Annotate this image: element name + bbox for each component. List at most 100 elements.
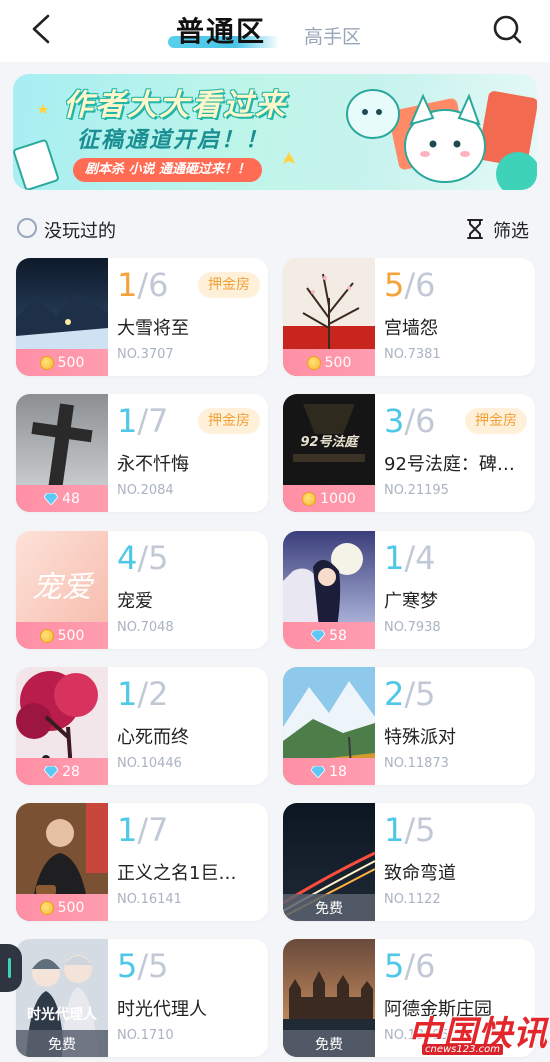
banner-title: 作者大大看过来 [63, 88, 287, 123]
room-player-count: 1/4 [384, 539, 436, 577]
watermark-url: cnews123.com [422, 1044, 503, 1055]
room-player-count: 5/6 [384, 947, 436, 985]
thumb-love-text: 宠爱 [32, 570, 95, 605]
thumb-court-text: 92号法庭 [300, 434, 360, 450]
coin-icon [39, 355, 54, 370]
room-price: 500 [57, 899, 85, 916]
room-card[interactable]: 48 1/7 押金房 永不忏悔 NO.2084 [16, 394, 268, 512]
max-players: 6 [415, 947, 436, 985]
room-card[interactable]: 宠爱 500 4/5 宠爱 NO.7048 [16, 531, 268, 649]
room-card[interactable]: 500 1/6 押金房 大雪将至 NO.3707 [16, 258, 268, 376]
unplayed-label[interactable]: 没玩过的 [44, 217, 116, 243]
unplayed-radio[interactable] [17, 218, 37, 238]
room-price-bar: 1000 [283, 485, 375, 512]
room-player-count: 5/6 [384, 266, 436, 304]
room-title: 特殊派对 [384, 727, 456, 748]
room-title: 宠爱 [117, 591, 153, 612]
room-title: 正义之名1巨… [117, 863, 237, 884]
room-number: NO.7048 [117, 620, 174, 635]
room-title: 广寒梦 [384, 591, 438, 612]
room-price-bar: 免费 [283, 1030, 375, 1057]
room-card[interactable]: 免费 1/5 致命弯道 NO.1122 [283, 803, 535, 921]
coin-icon [306, 355, 321, 370]
room-card[interactable]: 58 1/4 广寒梦 NO.7938 [283, 531, 535, 649]
back-arrow-icon[interactable] [26, 12, 60, 46]
room-title: 宫墙怨 [384, 318, 438, 339]
room-price: 500 [57, 627, 85, 644]
room-number: NO.1710 [117, 1028, 174, 1043]
max-players: 4 [415, 539, 436, 577]
watermark-logo: 中国快讯 cnews123.com [408, 1004, 550, 1062]
room-price: 58 [329, 627, 347, 644]
room-number: NO.16141 [117, 892, 182, 907]
current-players: 1 [384, 811, 405, 849]
room-player-count: 1/7 [117, 811, 169, 849]
current-players: 5 [117, 947, 138, 985]
room-title: 大雪将至 [117, 318, 189, 339]
search-icon[interactable] [490, 12, 526, 48]
room-price-bar: 48 [16, 485, 108, 512]
current-players: 1 [117, 675, 138, 713]
room-number: NO.11873 [384, 756, 449, 771]
diamond-icon [311, 765, 326, 778]
room-player-count: 1/2 [117, 675, 169, 713]
current-players: 5 [384, 266, 405, 304]
filter-button[interactable]: 筛选 [493, 217, 529, 243]
room-price: 18 [329, 763, 347, 780]
room-card[interactable]: 92号法庭 1000 3/6 押金房 92号法庭：碑… NO.21195 [283, 394, 535, 512]
max-players: 5 [415, 811, 436, 849]
room-number: NO.7381 [384, 347, 441, 362]
max-players: 6 [415, 402, 436, 440]
room-card[interactable]: 500 1/7 正义之名1巨… NO.16141 [16, 803, 268, 921]
room-price: 500 [324, 354, 352, 371]
room-player-count: 1/7 [117, 402, 169, 440]
room-card[interactable]: 28 1/2 心死而终 NO.10446 [16, 667, 268, 785]
current-players: 3 [384, 402, 405, 440]
room-number: NO.10446 [117, 756, 182, 771]
diamond-icon [44, 492, 59, 505]
max-players: 6 [415, 266, 436, 304]
banner-subtitle: 征稿通道开启！！ [77, 128, 270, 153]
floating-drawer-handle[interactable] [0, 944, 22, 992]
room-player-count: 2/5 [384, 675, 436, 713]
current-players: 4 [117, 539, 138, 577]
current-players: 1 [117, 811, 138, 849]
room-number: NO.2084 [117, 483, 174, 498]
max-players: 7 [148, 811, 169, 849]
deposit-room-badge: 押金房 [465, 408, 527, 434]
room-price: 48 [62, 490, 80, 507]
room-card[interactable]: 时光代理人 免费 5/5 时光代理人 NO.1710 [16, 939, 268, 1057]
hourglass-filter-icon[interactable] [466, 219, 484, 239]
room-number: NO.7938 [384, 620, 441, 635]
current-players: 1 [117, 266, 138, 304]
room-card[interactable]: 18 2/5 特殊派对 NO.11873 [283, 667, 535, 785]
room-title: 心死而终 [117, 727, 189, 748]
max-players: 2 [148, 675, 169, 713]
diamond-icon [44, 765, 59, 778]
room-price: 1000 [320, 490, 356, 507]
room-number: NO.21195 [384, 483, 449, 498]
current-players: 5 [384, 947, 405, 985]
room-price-bar: 18 [283, 758, 375, 785]
room-title: 永不忏悔 [117, 454, 189, 475]
deposit-room-badge: 押金房 [198, 408, 260, 434]
recruit-banner[interactable]: 作者大大看过来 征稿通道开启！！ 剧本杀 小说 通通砸过来！！ [13, 74, 537, 190]
max-players: 7 [148, 402, 169, 440]
room-price: 500 [57, 354, 85, 371]
room-card[interactable]: 500 5/6 宫墙怨 NO.7381 [283, 258, 535, 376]
room-price-bar: 500 [283, 349, 375, 376]
tab-normal-zone[interactable]: 普通区 [176, 10, 266, 50]
room-price-bar: 免费 [16, 1030, 108, 1057]
room-title: 时光代理人 [117, 999, 207, 1020]
room-price: 免费 [315, 900, 343, 917]
room-price-bar: 58 [283, 622, 375, 649]
room-title: 致命弯道 [384, 863, 456, 884]
room-player-count: 4/5 [117, 539, 169, 577]
room-price-bar: 免费 [283, 894, 375, 921]
room-title: 92号法庭：碑… [384, 454, 515, 475]
diamond-icon [311, 629, 326, 642]
room-price: 免费 [48, 1036, 76, 1053]
room-price: 28 [62, 763, 80, 780]
coin-icon [39, 628, 54, 643]
tab-expert-zone[interactable]: 高手区 [304, 22, 361, 49]
